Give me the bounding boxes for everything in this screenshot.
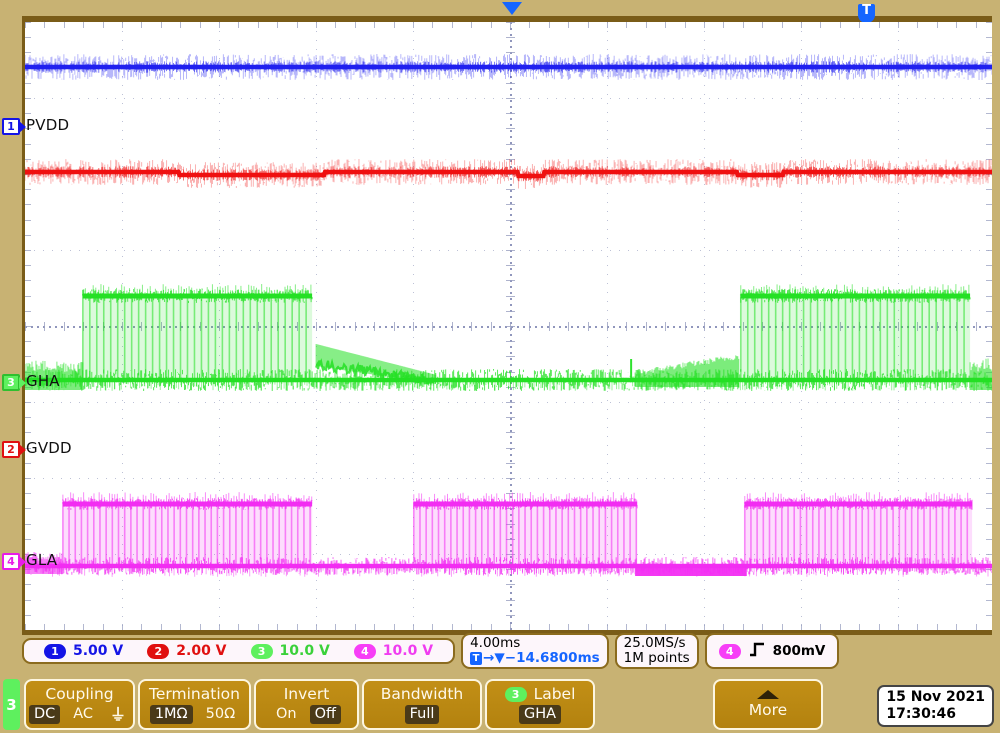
trigger-slope-icon [750,641,764,661]
trace-ch4-gla [25,22,992,630]
scale-readout-ch2[interactable]: 2 2.00 V [135,643,238,659]
timebase-value: 4.00ms [470,636,520,651]
scale-value-ch1: 5.00 V [73,643,123,659]
softkey-menu-bar: 3 Coupling DC AC ⏚ Termination 1MΩ 50Ω I… [0,676,1000,733]
waveform-display[interactable] [22,22,992,630]
softkey-label-title: 3 Label [505,685,576,704]
memory-depth-value: 1M points [624,651,690,666]
invert-option-off[interactable]: Off [310,705,341,724]
scale-readout-ch1[interactable]: 1 5.00 V [32,643,135,659]
scale-value-ch3: 10.0 V [280,643,330,659]
channel-marker-1[interactable]: 1 [2,118,20,135]
coupling-option-ac[interactable]: AC [69,705,97,724]
label-option-gha[interactable]: GHA [519,705,561,724]
channel-label-gla: GLA [26,551,57,569]
bandwidth-option-full[interactable]: Full [405,705,440,724]
scale-value-ch2: 2.00 V [176,643,226,659]
channel-chip-2: 2 [147,644,169,659]
softkey-label-text: Label [534,685,576,704]
trigger-source-chip: 4 [719,644,741,659]
channel-marker-4[interactable]: 4 [2,553,20,570]
coupling-option-dc[interactable]: DC [29,705,60,724]
oscilloscope-screen: T 1 PVDD 3 GHA 2 GVDD 4 GLA 1 5.00 V 2 2… [0,0,1000,733]
trigger-position-marker-icon[interactable] [502,2,522,15]
channel-chip-1: 1 [44,644,66,659]
channel-marker-2[interactable]: 2 [2,441,20,458]
channel-marker-3[interactable]: 3 [2,374,20,391]
active-channel-tab[interactable]: 3 [3,679,20,730]
softkey-bandwidth-title: Bandwidth [381,685,464,704]
softkey-label[interactable]: 3 Label GHA [485,679,595,730]
trigger-readout[interactable]: 4 800mV [705,633,840,669]
date-value: 15 Nov 2021 [886,689,985,706]
termination-option-50ohm[interactable]: 50Ω [202,705,240,724]
channel-chip-4: 4 [354,644,376,659]
softkey-bandwidth[interactable]: Bandwidth Full [362,679,482,730]
delay-arrows: →▼ [483,650,505,666]
channel-chip-3: 3 [251,644,273,659]
invert-option-on[interactable]: On [272,705,301,724]
softkey-termination[interactable]: Termination 1MΩ 50Ω [138,679,251,730]
softkey-invert[interactable]: Invert On Off [254,679,359,730]
acquisition-readout[interactable]: 25.0MS/s 1M points [615,633,699,669]
coupling-option-ground-icon[interactable]: ⏚ [106,705,130,724]
left-channel-rail [0,0,22,636]
softkey-coupling[interactable]: Coupling DC AC ⏚ [24,679,135,730]
horizontal-readout[interactable]: 4.00ms T→▼−14.6800ms [461,633,609,669]
trigger-delay-value: T→▼−14.6800ms [470,651,600,666]
trigger-level-value: 800mV [773,643,826,659]
softkey-invert-title: Invert [284,685,330,704]
delay-number: −14.6800ms [505,650,600,666]
channel-label-gha: GHA [26,372,60,390]
softkey-coupling-title: Coupling [45,685,113,704]
channel-scale-readouts: 1 5.00 V 2 2.00 V 3 10.0 V 4 10.0 V [22,638,455,664]
termination-option-1mohm[interactable]: 1MΩ [150,705,193,724]
sample-rate-value: 25.0MS/s [624,636,686,651]
channel-label-pvdd: PVDD [26,116,69,134]
softkey-termination-title: Termination [149,685,240,704]
label-channel-chip: 3 [505,687,527,702]
scale-readout-ch3[interactable]: 3 10.0 V [239,643,342,659]
rising-edge-icon [750,641,764,657]
chevron-up-icon [757,690,779,699]
datetime-readout: 15 Nov 2021 17:30:46 [877,685,994,727]
trigger-level-marker-icon[interactable]: T [858,4,875,23]
readout-bar: 1 5.00 V 2 2.00 V 3 10.0 V 4 10.0 V 4.00… [22,637,839,665]
time-value: 17:30:46 [886,706,985,723]
scale-readout-ch4[interactable]: 4 10.0 V [342,643,445,659]
scale-value-ch4: 10.0 V [383,643,433,659]
channel-label-gvdd: GVDD [26,439,72,457]
softkey-more[interactable]: More [713,679,823,730]
softkey-more-title: More [749,701,787,720]
delay-reference-badge: T [470,652,482,665]
